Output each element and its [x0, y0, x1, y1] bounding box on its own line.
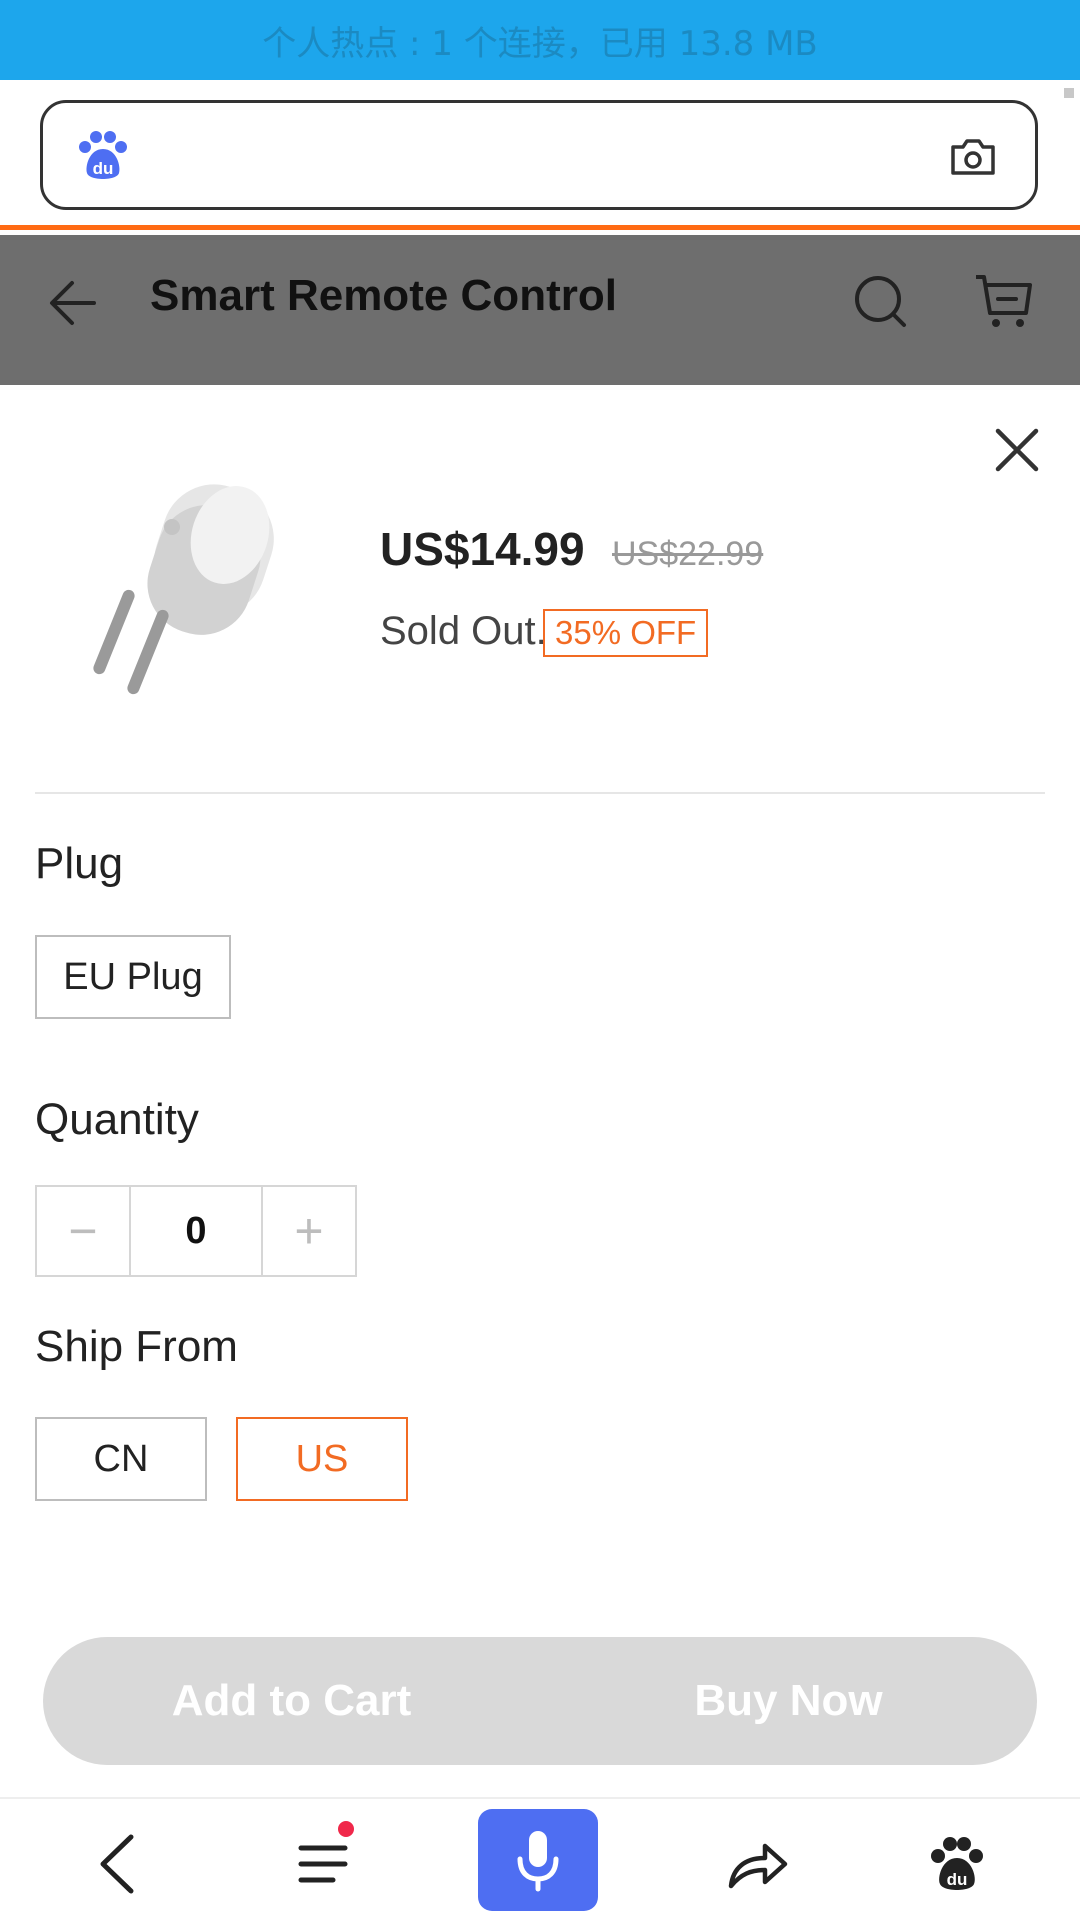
decrement-button[interactable]: −: [37, 1187, 129, 1275]
cart-icon[interactable]: [972, 271, 1034, 331]
sku-selection-sheet: US$14.99 US$22.99 Sold Out. 35% OFF Plug…: [0, 387, 1080, 1797]
baidu-logo-icon: du: [79, 131, 127, 179]
notification-dot: [338, 1821, 354, 1837]
plug-option-eu[interactable]: EU Plug: [35, 935, 231, 1019]
ship-from-label: Ship From: [35, 1322, 238, 1371]
app-header: Smart Remote Control: [0, 235, 1080, 365]
ship-from-option-cn[interactable]: CN: [35, 1417, 207, 1501]
nav-back-button[interactable]: [74, 1819, 164, 1909]
page-title: Smart Remote Control: [150, 271, 617, 320]
nav-baidu-button[interactable]: du: [912, 1819, 1002, 1909]
share-icon: [728, 1843, 788, 1889]
plug-label: Plug: [35, 839, 124, 888]
browser-bar: du: [0, 80, 1080, 230]
menu-icon: [298, 1845, 348, 1883]
quantity-stepper: − 0 +: [35, 1185, 357, 1277]
divider: [35, 792, 1045, 794]
chevron-left-icon: [100, 1834, 134, 1894]
close-icon[interactable]: [992, 425, 1042, 475]
stock-status: Sold Out.: [380, 609, 547, 653]
status-bar-text: 个人热点 : 1 个连接，已用 13.8 MB: [262, 23, 818, 64]
app-header-backdrop: Smart Remote Control: [0, 235, 1080, 385]
quantity-value[interactable]: 0: [129, 1187, 263, 1275]
add-to-cart-button[interactable]: Add to Cart: [43, 1637, 540, 1765]
camera-icon[interactable]: [947, 131, 999, 183]
ship-from-option-us[interactable]: US: [236, 1417, 408, 1501]
buy-now-button[interactable]: Buy Now: [540, 1637, 1037, 1765]
quantity-label: Quantity: [35, 1095, 199, 1144]
product-price: US$14.99: [380, 523, 585, 575]
increment-button[interactable]: +: [263, 1187, 355, 1275]
purchase-actions: Add to Cart Buy Now: [43, 1637, 1037, 1765]
status-bar: 个人热点 : 1 个连接，已用 13.8 MB: [0, 0, 1080, 80]
original-price: US$22.99: [612, 535, 764, 573]
back-arrow-icon[interactable]: [44, 273, 104, 333]
product-image: [93, 484, 274, 695]
baidu-paw-icon: du: [931, 1837, 983, 1890]
browser-bottom-nav: du: [0, 1797, 1080, 1922]
browser-search-input[interactable]: du: [40, 100, 1038, 210]
baidu-logo-text: du: [93, 159, 114, 178]
microphone-icon: [517, 1831, 559, 1892]
discount-badge: 35% OFF: [543, 609, 709, 657]
nav-share-button[interactable]: [712, 1819, 802, 1909]
scrollbar: [1064, 88, 1074, 98]
search-icon[interactable]: [852, 273, 908, 329]
voice-search-button[interactable]: [478, 1809, 598, 1911]
nav-menu-button[interactable]: [278, 1819, 368, 1909]
baidu-paw-text: du: [947, 1870, 968, 1889]
